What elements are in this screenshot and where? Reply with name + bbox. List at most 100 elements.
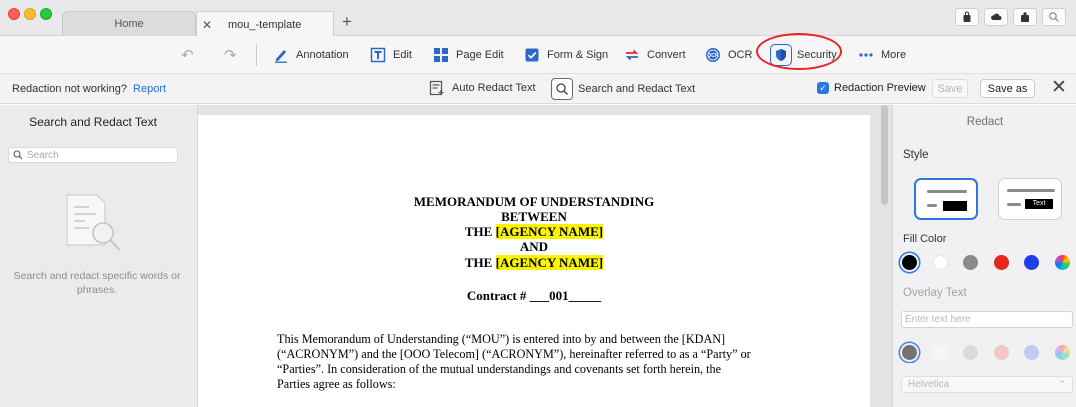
font-select[interactable]: Helvetica ⌃ xyxy=(901,376,1073,393)
search-icon[interactable] xyxy=(1042,8,1066,26)
main-toolbar: ↶ ↷ Annotation Edit Page Edit Form & Sig… xyxy=(0,36,1076,74)
edit-button[interactable]: Edit xyxy=(370,45,412,65)
auto-redact-label: Auto Redact Text xyxy=(452,82,536,94)
security-highlight-circle xyxy=(756,33,842,70)
document-viewer: MEMORANDUM OF UNDERSTANDING BETWEEN THE … xyxy=(198,105,892,407)
fill-swatch-blue[interactable] xyxy=(1024,254,1040,270)
annotation-label: Annotation xyxy=(296,49,349,61)
doc-body-line: “Parties”. In consideration of the mutua… xyxy=(277,362,722,376)
tab-document[interactable]: ✕ mou_-template xyxy=(196,11,334,37)
zoom-window-button[interactable] xyxy=(40,8,52,20)
redaction-preview-label: Redaction Preview xyxy=(834,82,926,94)
doc-the-prefix-2: THE xyxy=(464,255,493,270)
convert-button[interactable]: Convert xyxy=(624,45,686,65)
doc-heading-line3: THE [AGENCY NAME] xyxy=(198,224,870,239)
doc-heading-line2: BETWEEN xyxy=(501,209,567,224)
account-icon[interactable] xyxy=(1013,8,1037,26)
overlay-swatch-periwinkle[interactable] xyxy=(1024,344,1040,360)
fill-swatch-gray[interactable] xyxy=(963,254,979,270)
convert-arrows-icon xyxy=(625,49,639,61)
title-bar: Home ✕ mou_-template + xyxy=(0,0,1076,37)
text-edit-icon xyxy=(370,47,386,63)
form-sign-label: Form & Sign xyxy=(547,49,609,61)
search-redact-panel: Search and Redact Text Search Search and… xyxy=(0,105,198,407)
redaction-toolbar: Redaction not working? Report Auto Redac… xyxy=(0,74,1076,104)
search-input[interactable]: Search xyxy=(8,147,178,163)
report-link[interactable]: Report xyxy=(133,83,166,95)
page-edit-button[interactable]: Page Edit xyxy=(433,45,504,65)
pdf-editor-window: Home ✕ mou_-template + ↶ ↷ Annotation Ed… xyxy=(0,0,1076,407)
fill-swatch-white[interactable] xyxy=(932,254,948,270)
page-grid-icon xyxy=(434,48,448,62)
fill-color-picker-icon[interactable] xyxy=(1054,254,1070,270)
search-placeholder: Search xyxy=(27,149,59,161)
annotation-button[interactable]: Annotation xyxy=(273,45,349,65)
window-icons xyxy=(955,8,1066,26)
ocr-button[interactable]: OCR OCR xyxy=(705,45,752,65)
document-search-icon xyxy=(66,194,121,251)
doc-heading-line1: MEMORANDUM OF UNDERSTANDING xyxy=(413,194,655,209)
redo-icon[interactable]: ↷ xyxy=(224,46,237,64)
doc-heading-line5: THE [AGENCY NAME] xyxy=(198,255,870,270)
save-button[interactable]: Save xyxy=(932,79,968,98)
doc-body: This Memorandum of Understanding (“MOU”)… xyxy=(277,332,807,392)
form-sign-button[interactable]: Form & Sign xyxy=(524,45,608,65)
document-page[interactable]: MEMORANDUM OF UNDERSTANDING BETWEEN THE … xyxy=(198,115,870,407)
close-window-button[interactable] xyxy=(8,8,20,20)
style-text-sample: Text xyxy=(1025,199,1053,209)
redaction-preview-toggle[interactable]: ✓ Redaction Preview xyxy=(817,82,926,94)
svg-text:OCR: OCR xyxy=(707,53,719,59)
new-tab-button[interactable]: + xyxy=(342,12,352,32)
auto-redact-icon xyxy=(429,80,444,96)
font-select-value: Helvetica xyxy=(908,379,950,390)
search-redact-label: Search and Redact Text xyxy=(578,83,696,95)
checkbox-icon xyxy=(525,48,539,62)
tab-home[interactable]: Home xyxy=(62,11,196,36)
ocr-label: OCR xyxy=(728,49,753,61)
overlay-swatch-white[interactable] xyxy=(932,344,948,360)
overlay-swatch-light-gray[interactable] xyxy=(963,344,979,360)
fill-swatch-red[interactable] xyxy=(993,254,1009,270)
cloud-icon[interactable] xyxy=(984,8,1008,26)
checkmark-icon[interactable]: ✓ xyxy=(817,82,829,94)
panel-title: Search and Redact Text xyxy=(29,115,157,129)
doc-body-line: (“ACRONYM”) and the [OOO Telecom] (“ACRO… xyxy=(277,347,751,361)
overlay-color-picker-icon[interactable] xyxy=(1054,344,1070,360)
doc-body-line: This Memorandum of Understanding (“MOU”)… xyxy=(277,332,726,346)
fill-swatch-black[interactable] xyxy=(902,254,917,270)
more-button[interactable]: More xyxy=(858,45,906,65)
style-text-option[interactable]: Text xyxy=(998,178,1062,220)
overlay-swatch-dark-gray[interactable] xyxy=(902,344,917,360)
redaction-notice-text: Redaction not working? xyxy=(12,83,127,95)
undo-icon[interactable]: ↶ xyxy=(181,46,194,64)
overlay-color-swatches xyxy=(902,341,1070,363)
tab-close-icon[interactable]: ✕ xyxy=(202,18,220,32)
document-scrollbar[interactable] xyxy=(881,105,888,205)
toolbar-divider xyxy=(256,44,257,66)
redaction-notice: Redaction not working? Report xyxy=(12,83,166,95)
doc-body-line: Parties agree as follows: xyxy=(277,377,396,391)
fill-color-label: Fill Color xyxy=(903,233,947,245)
style-label: Style xyxy=(903,149,929,161)
overlay-swatch-salmon[interactable] xyxy=(993,344,1009,360)
overlay-text-input[interactable]: Enter text here xyxy=(901,311,1073,328)
close-redaction-icon[interactable]: ✕ xyxy=(1051,78,1067,98)
redact-panel-title: Redact xyxy=(966,116,1004,128)
overlay-text-label: Overlay Text xyxy=(903,287,967,299)
tab-home-label: Home xyxy=(114,18,144,30)
doc-the-prefix: THE xyxy=(464,224,493,239)
auto-redact-button[interactable]: Auto Redact Text xyxy=(429,80,536,96)
edit-label: Edit xyxy=(393,49,412,61)
bag-icon[interactable] xyxy=(955,8,979,26)
minimize-window-button[interactable] xyxy=(24,8,36,20)
search-icon xyxy=(13,150,23,160)
pen-icon xyxy=(275,50,287,63)
more-dots-icon xyxy=(859,53,873,57)
chevron-updown-icon: ⌃ xyxy=(1058,379,1066,389)
panel-hint: Search and redact specific words or phra… xyxy=(13,270,181,296)
style-fill-option[interactable] xyxy=(914,178,978,220)
agency-placeholder-highlight-2: [AGENCY NAME] xyxy=(495,255,604,270)
fill-color-swatches xyxy=(902,251,1070,273)
search-redact-button[interactable]: Search and Redact Text xyxy=(551,78,695,100)
save-as-button[interactable]: Save as xyxy=(980,79,1035,98)
